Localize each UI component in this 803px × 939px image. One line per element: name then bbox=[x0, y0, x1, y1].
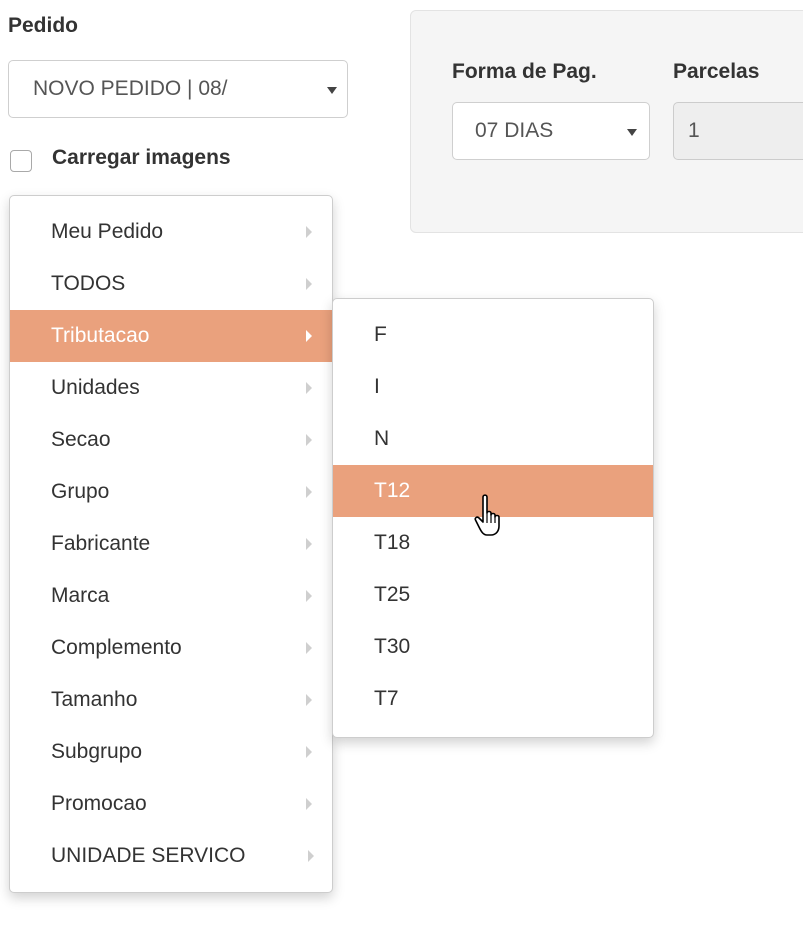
menu-item-label: Subgrupo bbox=[51, 740, 143, 763]
menu-item-complemento[interactable]: Complemento bbox=[10, 622, 332, 674]
menu-item-label: UNIDADE SERVICO bbox=[51, 844, 246, 867]
menu-item-label: Secao bbox=[51, 428, 111, 451]
menu-item-tributacao[interactable]: Tributacao bbox=[10, 310, 332, 362]
submenu-item-t7[interactable]: T7 bbox=[333, 673, 653, 725]
submenu-item-f[interactable]: F bbox=[333, 309, 653, 361]
submenu-item-label: T25 bbox=[374, 583, 411, 606]
chevron-right-icon bbox=[306, 746, 312, 758]
menu-item-label: Promocao bbox=[51, 792, 147, 815]
load-images-label: Carregar imagens bbox=[52, 146, 231, 169]
submenu-item-label: T12 bbox=[374, 479, 411, 502]
chevron-right-icon bbox=[306, 434, 312, 446]
menu-item-unidades[interactable]: Unidades bbox=[10, 362, 332, 414]
menu-item-marca[interactable]: Marca bbox=[10, 570, 332, 622]
category-menu: Meu Pedido TODOS Tributacao Unidades Sec… bbox=[9, 195, 333, 893]
menu-item-grupo[interactable]: Grupo bbox=[10, 466, 332, 518]
menu-item-promocao[interactable]: Promocao bbox=[10, 778, 332, 830]
menu-item-meu-pedido[interactable]: Meu Pedido bbox=[10, 206, 332, 258]
menu-item-label: Grupo bbox=[51, 480, 110, 503]
menu-item-todos[interactable]: TODOS bbox=[10, 258, 332, 310]
forma-pag-select[interactable]: 07 DIAS bbox=[452, 102, 650, 160]
menu-item-label: TODOS bbox=[51, 272, 126, 295]
chevron-right-icon bbox=[306, 330, 312, 342]
pedido-select-value: NOVO PEDIDO | 08/ bbox=[33, 77, 228, 100]
menu-item-subgrupo[interactable]: Subgrupo bbox=[10, 726, 332, 778]
chevron-right-icon bbox=[306, 694, 312, 706]
pedido-select[interactable]: NOVO PEDIDO | 08/ bbox=[8, 60, 348, 118]
menu-item-label: Marca bbox=[51, 584, 110, 607]
parcelas-value: 1 bbox=[688, 119, 700, 142]
chevron-right-icon bbox=[306, 538, 312, 550]
submenu-item-label: T7 bbox=[374, 687, 399, 710]
submenu-item-label: T30 bbox=[374, 635, 411, 658]
menu-item-label: Meu Pedido bbox=[51, 220, 164, 243]
pedido-label: Pedido bbox=[8, 14, 79, 37]
submenu-item-label: F bbox=[374, 323, 387, 346]
submenu-item-label: N bbox=[374, 427, 390, 450]
forma-pag-label: Forma de Pag. bbox=[452, 60, 597, 83]
menu-item-label: Complemento bbox=[51, 636, 182, 659]
chevron-right-icon bbox=[306, 278, 312, 290]
parcelas-label: Parcelas bbox=[673, 60, 760, 83]
submenu-item-label: I bbox=[374, 375, 380, 398]
menu-item-unidade-servico[interactable]: UNIDADE SERVICO bbox=[10, 830, 332, 882]
chevron-right-icon bbox=[308, 850, 314, 862]
chevron-right-icon bbox=[306, 382, 312, 394]
parcelas-input[interactable]: 1 bbox=[673, 102, 803, 160]
submenu-item-t25[interactable]: T25 bbox=[333, 569, 653, 621]
chevron-right-icon bbox=[306, 486, 312, 498]
chevron-right-icon bbox=[306, 590, 312, 602]
menu-item-label: Fabricante bbox=[51, 532, 151, 555]
chevron-right-icon bbox=[306, 226, 312, 238]
submenu-item-label: T18 bbox=[374, 531, 411, 554]
submenu-item-i[interactable]: I bbox=[333, 361, 653, 413]
caret-down-icon bbox=[327, 87, 337, 94]
menu-item-secao[interactable]: Secao bbox=[10, 414, 332, 466]
menu-item-label: Unidades bbox=[51, 376, 140, 399]
chevron-right-icon bbox=[306, 798, 312, 810]
forma-pag-value: 07 DIAS bbox=[475, 119, 554, 142]
caret-down-icon bbox=[627, 129, 637, 136]
submenu-item-n[interactable]: N bbox=[333, 413, 653, 465]
chevron-right-icon bbox=[306, 642, 312, 654]
menu-item-label: Tamanho bbox=[51, 688, 138, 711]
menu-item-tamanho[interactable]: Tamanho bbox=[10, 674, 332, 726]
submenu-item-t30[interactable]: T30 bbox=[333, 621, 653, 673]
hand-pointer-icon bbox=[474, 494, 500, 536]
menu-item-fabricante[interactable]: Fabricante bbox=[10, 518, 332, 570]
load-images-checkbox[interactable] bbox=[10, 150, 32, 172]
menu-item-label: Tributacao bbox=[51, 324, 150, 347]
